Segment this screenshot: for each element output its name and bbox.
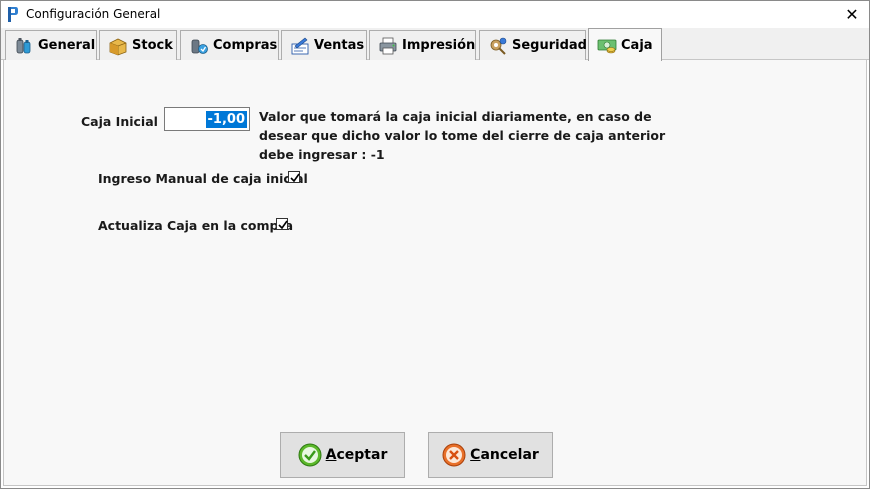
printer-icon (379, 37, 397, 54)
ingreso-manual-label: Ingreso Manual de caja inicial (98, 171, 308, 186)
check-circle-icon (298, 443, 322, 467)
caja-inicial-help-text: Valor que tomará la caja inicial diariam… (259, 109, 666, 162)
box-icon (109, 38, 127, 55)
caja-panel: Caja Inicial -1,00 Valor que tomará la c… (3, 60, 867, 486)
accept-label: Aceptar (325, 447, 388, 463)
tab-label: Caja (621, 37, 653, 53)
cancel-label: Cancelar (470, 447, 539, 463)
tab-label: Ventas (314, 38, 365, 53)
ingreso-manual-checkbox[interactable] (288, 171, 300, 183)
window-title: Configuración General (26, 7, 161, 21)
tab-general[interactable]: General (5, 30, 97, 60)
tab-stock[interactable]: Stock (99, 30, 177, 60)
tab-label: Stock (132, 38, 173, 53)
tab-compras[interactable]: Compras (180, 30, 279, 60)
security-icon (490, 37, 507, 55)
purchase-icon (191, 39, 208, 54)
close-button[interactable]: ✕ (835, 1, 869, 28)
caja-inicial-value: -1,00 (205, 110, 247, 128)
tab-seguridad[interactable]: Seguridad (479, 30, 587, 60)
config-window: Configuración General ✕ General Stock Co… (0, 0, 870, 489)
tab-impresion[interactable]: Impresión (369, 30, 476, 60)
cash-icon (597, 39, 617, 54)
accept-button[interactable]: Aceptar (280, 432, 405, 478)
tab-ventas[interactable]: Ventas (281, 30, 367, 60)
tab-caja[interactable]: Caja (588, 28, 662, 61)
tab-label: Compras (213, 38, 278, 53)
tab-label: Seguridad (512, 38, 587, 53)
tab-bar: General Stock Compras Ventas Impresión S… (1, 28, 869, 61)
actualiza-caja-checkbox[interactable] (276, 218, 288, 230)
sales-icon (291, 37, 309, 54)
title-bar: Configuración General ✕ (1, 1, 869, 28)
cancel-button[interactable]: Cancelar (428, 432, 553, 478)
close-icon: ✕ (845, 5, 859, 24)
caja-inicial-input[interactable]: -1,00 (164, 107, 250, 131)
cancel-circle-icon (442, 443, 466, 467)
tab-label: Impresión (402, 38, 476, 53)
checkmark-icon (290, 173, 300, 183)
caja-inicial-label: Caja Inicial (81, 114, 158, 129)
app-logo-icon (8, 7, 18, 22)
checkmark-icon (278, 220, 288, 230)
tab-label: General (38, 38, 96, 53)
bottles-icon (16, 37, 31, 53)
actualiza-caja-label: Actualiza Caja en la compra (98, 218, 294, 233)
